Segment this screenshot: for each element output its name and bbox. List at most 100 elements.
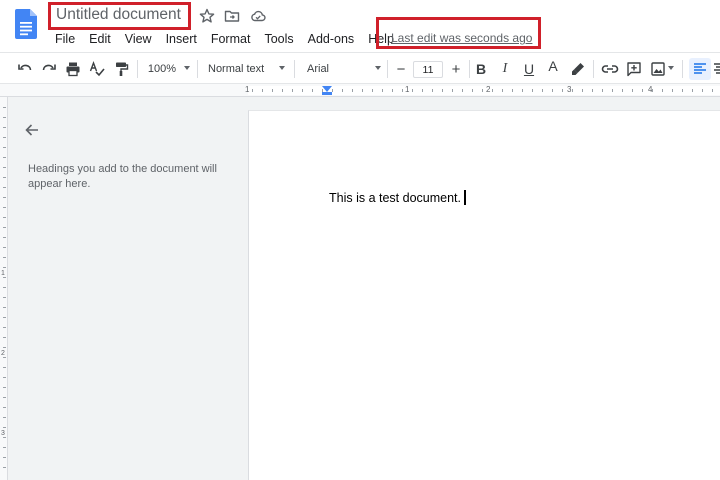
vertical-ruler-tick xyxy=(3,267,6,268)
vertical-ruler[interactable]: 1 2 3 xyxy=(0,97,8,480)
zoom-select[interactable]: 100% xyxy=(147,58,177,80)
vertical-ruler-tick xyxy=(3,387,6,388)
paint-format-icon xyxy=(116,62,129,76)
align-center-button[interactable] xyxy=(713,58,720,80)
style-dropdown-icon[interactable] xyxy=(279,66,285,70)
ruler-tick xyxy=(562,89,563,92)
ruler-tick xyxy=(282,89,283,92)
align-center-icon xyxy=(714,63,720,74)
vertical-ruler-tick xyxy=(3,227,6,228)
ruler-tick xyxy=(372,89,373,92)
ruler-tick xyxy=(682,89,683,92)
vertical-ruler-tick xyxy=(3,357,6,358)
ruler-tick xyxy=(482,89,483,92)
toolbar-separator xyxy=(387,60,388,78)
vertical-ruler-tick xyxy=(3,347,6,348)
vertical-ruler-tick xyxy=(3,247,6,248)
ruler-tick xyxy=(382,89,383,92)
vertical-ruler-tick xyxy=(3,147,6,148)
menu-file[interactable]: File xyxy=(48,30,82,48)
font-select[interactable]: Arial xyxy=(307,58,347,80)
arrow-back-icon[interactable] xyxy=(23,121,41,139)
cloud-saved-icon[interactable] xyxy=(250,8,266,24)
font-size-input[interactable]: 11 xyxy=(413,61,443,78)
insert-image-button[interactable] xyxy=(648,58,668,80)
vertical-ruler-tick xyxy=(3,207,6,208)
decrease-font-size-button[interactable]: − xyxy=(392,58,410,80)
document-page[interactable]: This is a test document. xyxy=(248,110,720,480)
docs-logo-icon[interactable] xyxy=(15,9,37,39)
ruler-tick xyxy=(412,89,413,92)
last-edit-link[interactable]: Last edit was seconds ago xyxy=(391,31,532,45)
ruler-tick xyxy=(472,89,473,92)
menu-tools[interactable]: Tools xyxy=(257,30,300,48)
vertical-ruler-tick xyxy=(3,107,6,108)
ruler-tick xyxy=(442,89,443,92)
ruler-tick xyxy=(402,89,403,92)
ruler-tick xyxy=(692,89,693,92)
spellcheck-icon xyxy=(89,61,105,77)
style-select[interactable]: Normal text xyxy=(208,58,272,80)
ruler-tick xyxy=(572,89,573,92)
vertical-ruler-label: 2 xyxy=(1,350,5,357)
ruler-tick xyxy=(622,89,623,92)
vertical-ruler-tick xyxy=(3,177,6,178)
zoom-dropdown-icon[interactable] xyxy=(184,66,190,70)
add-comment-button[interactable] xyxy=(624,58,644,80)
italic-button[interactable]: I xyxy=(495,58,515,80)
menu-view[interactable]: View xyxy=(118,30,159,48)
underline-button[interactable]: U xyxy=(519,58,539,80)
vertical-ruler-tick xyxy=(3,287,6,288)
comment-add-icon xyxy=(627,62,641,77)
ruler-tick xyxy=(652,89,653,92)
document-body-text[interactable]: This is a test document. xyxy=(329,191,461,205)
ruler-label: 3 xyxy=(567,85,572,94)
image-dropdown-icon[interactable] xyxy=(668,66,674,70)
redo-button[interactable] xyxy=(39,58,59,80)
undo-button[interactable] xyxy=(15,58,35,80)
star-icon[interactable] xyxy=(199,8,215,24)
print-button[interactable] xyxy=(63,58,83,80)
left-indent-marker[interactable] xyxy=(322,92,332,95)
folder-move-icon[interactable] xyxy=(224,8,240,24)
spellcheck-button[interactable] xyxy=(87,58,107,80)
ruler-tick xyxy=(352,89,353,92)
doc-title-input[interactable]: Untitled document xyxy=(56,6,181,24)
horizontal-ruler[interactable]: 1 1 2 3 4 xyxy=(0,84,720,97)
vertical-ruler-tick xyxy=(3,257,6,258)
bold-button[interactable]: B xyxy=(471,58,491,80)
menu-bar: File Edit View Insert Format Tools Add-o… xyxy=(48,30,401,48)
vertical-ruler-tick xyxy=(3,167,6,168)
insert-link-button[interactable] xyxy=(599,58,621,80)
menu-addons[interactable]: Add-ons xyxy=(301,30,362,48)
text-color-button[interactable]: A xyxy=(543,58,563,80)
vertical-ruler-label: 1 xyxy=(1,270,5,277)
menu-insert[interactable]: Insert xyxy=(159,30,204,48)
ruler-tick xyxy=(272,89,273,92)
vertical-ruler-tick xyxy=(3,127,6,128)
ruler-tick xyxy=(502,89,503,92)
highlight-color-button[interactable] xyxy=(568,58,588,80)
ruler-tick xyxy=(532,89,533,92)
ruler-tick xyxy=(392,89,393,92)
vertical-ruler-tick xyxy=(3,427,6,428)
vertical-ruler-tick xyxy=(3,327,6,328)
ruler-tick xyxy=(342,89,343,92)
paint-format-button[interactable] xyxy=(111,58,131,80)
ruler-tick xyxy=(632,89,633,92)
increase-font-size-button[interactable]: + xyxy=(447,58,465,80)
ruler-tick xyxy=(452,89,453,92)
vertical-ruler-tick xyxy=(3,337,6,338)
vertical-ruler-tick xyxy=(3,367,6,368)
font-dropdown-icon[interactable] xyxy=(375,66,381,70)
undo-icon xyxy=(18,64,32,71)
align-left-button[interactable] xyxy=(690,58,710,80)
ruler-tick xyxy=(672,89,673,92)
menu-format[interactable]: Format xyxy=(204,30,258,48)
menu-edit[interactable]: Edit xyxy=(82,30,118,48)
ruler-tick xyxy=(292,89,293,92)
vertical-ruler-tick xyxy=(3,197,6,198)
vertical-ruler-tick xyxy=(3,117,6,118)
align-left-icon xyxy=(694,63,706,74)
toolbar-separator xyxy=(593,60,594,78)
